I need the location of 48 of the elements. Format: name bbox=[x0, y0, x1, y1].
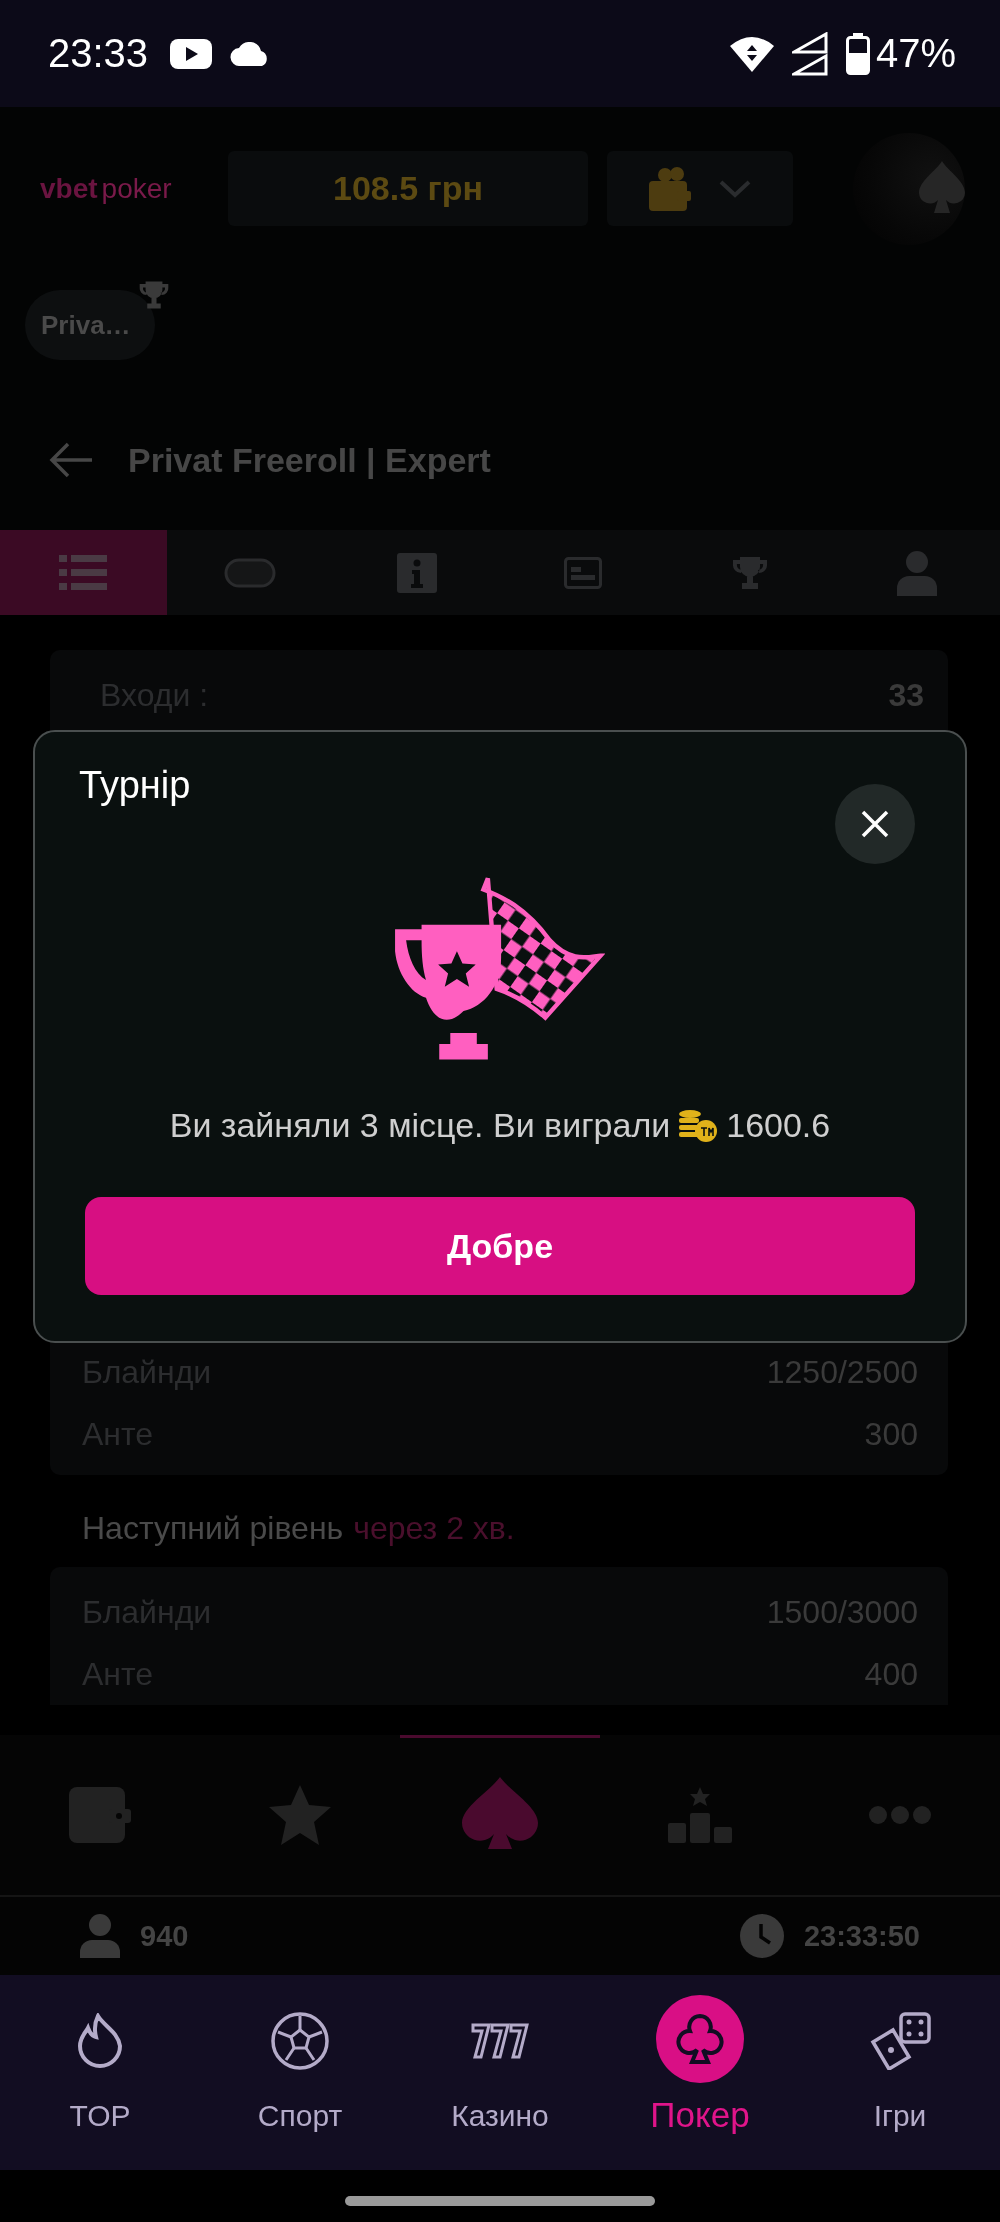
person-icon bbox=[896, 549, 937, 596]
club-icon bbox=[676, 2014, 724, 2064]
soccer-ball-icon bbox=[271, 2012, 329, 2070]
star-icon bbox=[268, 1785, 332, 1845]
wallet-dropdown[interactable] bbox=[607, 151, 793, 226]
balance-display: 108.5 грн bbox=[228, 151, 588, 226]
coins-icon bbox=[678, 1108, 719, 1143]
bottom-nav-item[interactable]: TOP bbox=[0, 1975, 200, 2170]
more-icon bbox=[868, 1805, 932, 1825]
wallet-icon bbox=[69, 1787, 131, 1843]
battery-percent: 47% bbox=[875, 31, 956, 76]
bottom-nav-item[interactable]: Ігри bbox=[800, 1975, 1000, 2170]
flame-icon bbox=[76, 2013, 124, 2069]
result-message: Ви зайняли 3 місце. Ви виграли bbox=[169, 1106, 671, 1145]
ok-button[interactable]: Добре bbox=[85, 1197, 915, 1295]
play-icon bbox=[170, 38, 213, 69]
signal-icon bbox=[791, 31, 828, 76]
wifi-icon bbox=[729, 35, 774, 72]
gesture-bar[interactable] bbox=[345, 2196, 655, 2206]
sevens-icon bbox=[470, 2021, 530, 2061]
list-icon bbox=[59, 552, 108, 593]
clock-time: 23:33 bbox=[48, 31, 149, 76]
dice-icon bbox=[869, 2012, 931, 2070]
battery-icon bbox=[845, 32, 870, 75]
podium-icon bbox=[668, 1787, 732, 1843]
card-icon bbox=[564, 556, 603, 589]
info-icon bbox=[396, 552, 437, 593]
trophy-icon bbox=[731, 555, 769, 590]
trophy-icon bbox=[138, 280, 170, 310]
bottom-nav-item[interactable]: Спорт bbox=[200, 1975, 400, 2170]
tab[interactable] bbox=[0, 530, 167, 615]
close-icon bbox=[861, 810, 889, 838]
wallet-coins-icon bbox=[649, 166, 691, 211]
bottom-nav-item[interactable]: Покер bbox=[600, 1975, 800, 2170]
dialog-title: Турнір bbox=[79, 764, 191, 807]
bottom-nav-item[interactable]: Казино bbox=[400, 1975, 600, 2170]
page-title: Privat Freeroll | Expert bbox=[128, 440, 491, 480]
chevron-down-icon bbox=[719, 179, 751, 198]
next-level-timing: через 2 хв. bbox=[353, 1510, 515, 1546]
clock-icon bbox=[739, 1914, 784, 1958]
back-arrow-icon[interactable] bbox=[48, 441, 94, 479]
player-count: 940 bbox=[140, 1919, 189, 1953]
next-level-label: Наступний рівень bbox=[82, 1510, 344, 1546]
logo: vbetpoker bbox=[40, 172, 173, 205]
poker-table-icon bbox=[224, 557, 276, 588]
person-icon bbox=[80, 1914, 120, 1958]
prize-amount: 1600.6 bbox=[726, 1106, 831, 1145]
clock-time: 23:33:50 bbox=[803, 1919, 920, 1953]
